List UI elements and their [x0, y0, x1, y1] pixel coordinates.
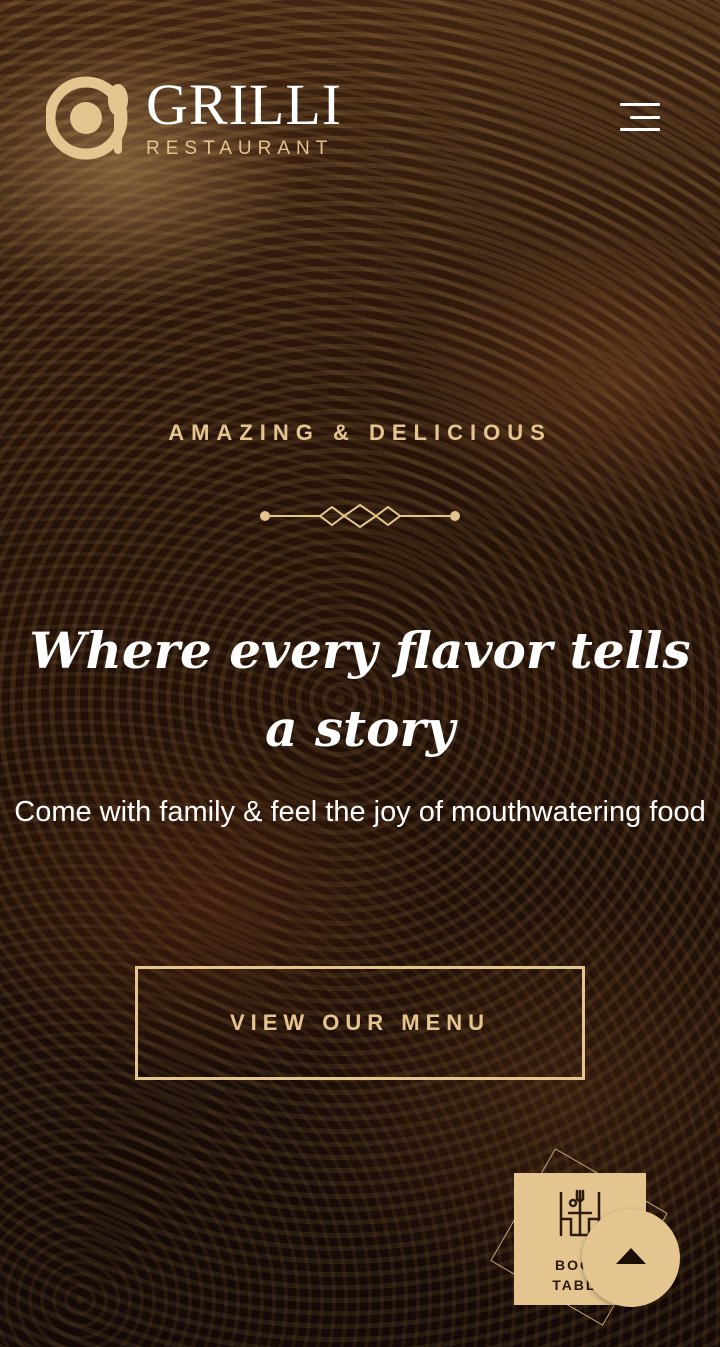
scroll-to-top-button[interactable] — [582, 1209, 680, 1307]
brand-subtitle: RESTAURANT — [146, 138, 334, 159]
view-menu-button[interactable]: VIEW OUR MENU — [135, 966, 585, 1080]
chevron-up-icon — [614, 1246, 648, 1270]
hamburger-menu-icon[interactable] — [620, 103, 660, 131]
ornament-divider-icon — [258, 503, 462, 529]
hero-eyebrow: AMAZING & DELICIOUS — [168, 420, 552, 445]
site-header: GRILLI RESTAURANT — [0, 0, 720, 200]
plate-spoon-logo-icon — [44, 76, 134, 160]
hero-subtext: Come with family & feel the joy of mouth… — [14, 796, 706, 828]
brand-logo[interactable]: GRILLI RESTAURANT — [44, 72, 343, 160]
brand-title: GRILLI — [146, 72, 343, 137]
hero-headline: Where every flavor tells a story — [29, 621, 691, 758]
